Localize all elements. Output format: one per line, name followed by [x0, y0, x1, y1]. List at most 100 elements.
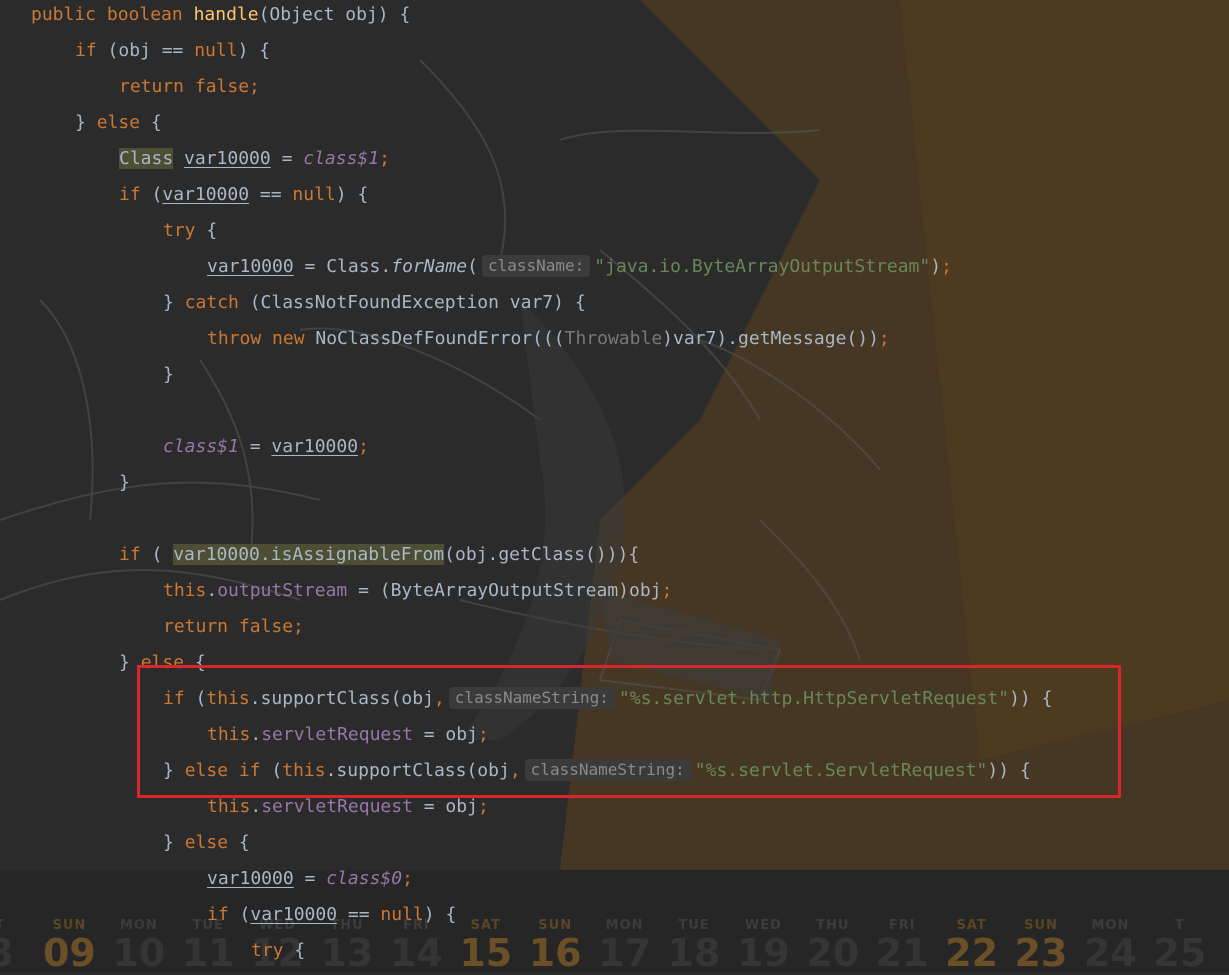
code-token: = — [238, 436, 272, 457]
code-line[interactable]: } catch (ClassNotFoundException var7) { — [163, 285, 586, 321]
code-token: ) { — [237, 40, 271, 61]
code-token: var10000 — [271, 436, 359, 457]
code-token: var10000 — [250, 904, 338, 925]
code-token: if — [119, 544, 152, 565]
code-token: else — [184, 832, 229, 853]
code-token: { — [195, 220, 218, 241]
code-token: } — [163, 364, 174, 385]
code-token: { — [228, 832, 250, 853]
code-token: Class — [119, 148, 174, 169]
code-line[interactable]: Class var10000 = class$1; — [119, 141, 390, 177]
code-token: forName — [391, 256, 468, 277]
code-token: ; — [402, 868, 413, 889]
code-token: catch — [184, 292, 239, 313]
code-line[interactable]: } — [163, 357, 174, 393]
code-token: (Object obj) { — [258, 4, 411, 25]
code-line[interactable]: return false; — [163, 609, 304, 645]
code-token: null — [194, 40, 238, 61]
code-token: ) { — [335, 184, 369, 205]
code-token: (obj.getClass())){ — [444, 544, 640, 565]
code-token: else — [96, 112, 141, 133]
code-token: outputStream — [217, 580, 348, 601]
code-token: servletRequest — [261, 796, 413, 817]
code-token: "java.io.ByteArrayOutputStream" — [594, 256, 931, 277]
code-token: return false — [163, 616, 294, 637]
code-line[interactable]: } else { — [163, 825, 250, 861]
code-token: = obj — [412, 796, 478, 817]
code-token: ; — [661, 580, 673, 601]
code-token: . — [250, 796, 262, 817]
code-line[interactable]: if (var10000 == null) { — [207, 897, 456, 933]
code-token: ; — [249, 76, 260, 97]
code-line[interactable]: var10000 = Class.forName(className: "java… — [207, 249, 952, 285]
code-token: { — [283, 940, 306, 961]
code-token: Throwable — [564, 328, 663, 349]
code-token: public boolean — [31, 4, 194, 25]
code-token: null — [380, 904, 424, 925]
parameter-hint: className: — [481, 255, 591, 277]
code-token: ) — [930, 256, 942, 277]
code-token: var10000 — [207, 868, 294, 889]
code-line[interactable]: if (var10000 == null) { — [119, 177, 368, 213]
code-token: = (ByteArrayOutputStream)obj — [347, 580, 662, 601]
code-token: == — [249, 184, 293, 205]
code-token: ( — [467, 256, 478, 277]
code-token: var10000 — [184, 148, 271, 169]
code-token: ( — [151, 184, 163, 205]
code-token: } — [75, 112, 97, 133]
code-token: ; — [878, 328, 890, 349]
code-line[interactable]: public boolean handle(Object obj) { — [31, 0, 410, 33]
code-token: == — [337, 904, 381, 925]
code-token: try — [163, 220, 196, 241]
code-token: } — [163, 832, 185, 853]
code-token: } — [163, 292, 185, 313]
code-token: ( — [239, 904, 251, 925]
code-editor[interactable]: public boolean handle(Object obj) {if (o… — [0, 0, 1229, 972]
code-token: this — [207, 796, 251, 817]
code-token: } — [119, 472, 130, 493]
code-token: ; — [941, 256, 952, 277]
code-token: null — [292, 184, 336, 205]
code-line[interactable]: try { — [163, 213, 217, 249]
code-token: ; — [477, 796, 489, 817]
code-token: ( — [151, 544, 174, 565]
code-line[interactable]: return false; — [119, 69, 260, 105]
code-token: (obj == — [107, 40, 195, 61]
code-token: if — [119, 184, 152, 205]
code-line[interactable]: this.outputStream = (ByteArrayOutputStre… — [163, 573, 672, 609]
code-token: = — [293, 868, 327, 889]
code-token: . — [206, 580, 218, 601]
code-token: (ClassNotFoundException var7) { — [238, 292, 586, 313]
code-line[interactable]: class$1 = var10000; — [163, 429, 369, 465]
code-token: try — [251, 940, 284, 961]
code-token: var10000.isAssignableFrom — [173, 544, 445, 565]
code-token: class$1 — [163, 436, 239, 457]
code-token: = Class. — [293, 256, 392, 277]
code-token: if — [75, 40, 108, 61]
code-token: class$1 — [303, 148, 380, 169]
code-token: handle — [193, 4, 259, 25]
code-token: this — [163, 580, 207, 601]
code-line[interactable]: } else { — [75, 105, 162, 141]
code-token: )var7).getMessage()) — [662, 328, 879, 349]
code-token: class$0 — [326, 868, 403, 889]
code-token: if — [207, 904, 240, 925]
code-token: = — [270, 148, 304, 169]
code-line[interactable]: } — [119, 465, 130, 501]
code-line[interactable]: try { — [251, 933, 305, 969]
code-token: var10000 — [207, 256, 294, 277]
code-line[interactable]: if ( var10000.isAssignableFrom(obj.getCl… — [119, 537, 639, 573]
annotation-highlight-box — [137, 665, 1121, 798]
code-token: return false — [119, 76, 250, 97]
code-line[interactable]: if (obj == null) { — [75, 33, 270, 69]
code-token: ; — [379, 148, 390, 169]
code-token: throw new — [207, 328, 316, 349]
code-token: var10000 — [162, 184, 250, 205]
code-line[interactable]: var10000 = class$0; — [207, 861, 413, 897]
code-token: { — [140, 112, 162, 133]
code-token: NoClassDefFoundError((( — [315, 328, 565, 349]
code-token: ; — [293, 616, 304, 637]
code-line[interactable]: throw new NoClassDefFoundError(((Throwab… — [207, 321, 890, 357]
code-token: ; — [358, 436, 369, 457]
